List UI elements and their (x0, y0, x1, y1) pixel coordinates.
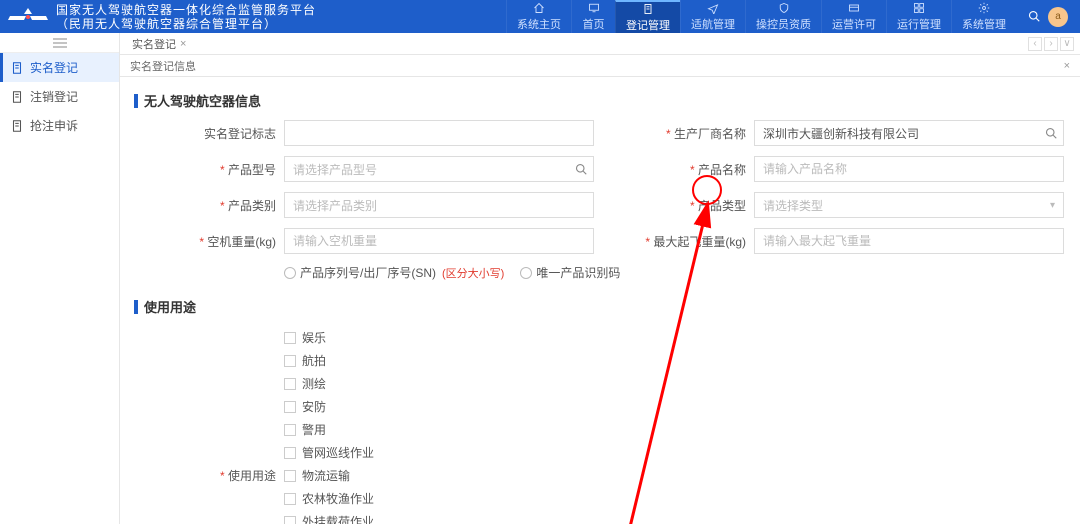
sidebar-item-0[interactable]: 实名登记 (0, 53, 119, 82)
usage-item-2[interactable]: 测绘 (284, 372, 1066, 395)
plane-icon (707, 2, 719, 14)
monitor-icon (588, 2, 600, 14)
label-product-type: 产品类型 (634, 197, 754, 214)
tabs-row: 实名登记 × ‹ › ∨ (120, 33, 1080, 55)
nav-item-1[interactable]: 首页 (571, 0, 615, 33)
checkbox[interactable] (284, 424, 296, 436)
checkbox[interactable] (284, 470, 296, 482)
doc-icon (10, 119, 24, 133)
doc-icon (10, 61, 24, 75)
nav-item-5[interactable]: 运营许可 (821, 0, 886, 33)
usage-item-6[interactable]: 物流运输 (284, 464, 1066, 487)
checkbox[interactable] (284, 332, 296, 344)
usage-item-8[interactable]: 外挂载荷作业 (284, 510, 1066, 524)
select-product-type[interactable]: 请选择类型 ▾ (754, 192, 1064, 218)
tab-menu-button[interactable]: ∨ (1060, 37, 1074, 51)
label-reg-mark: 实名登记标志 (164, 125, 284, 142)
checkbox[interactable] (284, 401, 296, 413)
grid-icon (913, 2, 925, 14)
input-product-name[interactable] (754, 156, 1064, 182)
radio-unique-id[interactable]: 唯一产品识别码 (520, 264, 620, 281)
checkbox[interactable] (284, 493, 296, 505)
nav-item-7[interactable]: 系统管理 (951, 0, 1016, 33)
tab-label: 实名登记 (132, 36, 176, 52)
doc-icon (10, 90, 24, 104)
home-icon (533, 2, 545, 14)
app-header: 国家无人驾驶航空器一体化综合监管服务平台 （民用无人驾驶航空器综合管理平台） 系… (0, 0, 1080, 33)
usage-list: 娱乐航拍测绘安防警用管网巡线作业物流运输农林牧渔作业外挂载荷作业降水融雪作业应急… (284, 326, 1066, 524)
checkbox[interactable] (284, 516, 296, 524)
close-icon[interactable]: × (180, 38, 186, 50)
card-icon (848, 2, 860, 14)
sn-note: (区分大小写) (442, 265, 504, 281)
usage-item-5[interactable]: 管网巡线作业 (284, 441, 1066, 464)
form-content: 无人驾驶航空器信息 实名登记标志 生产厂商名称 深圳市大疆创新科技有限公司 (120, 77, 1080, 524)
sidebar-item-2[interactable]: 抢注申诉 (0, 111, 119, 140)
sidebar: 实名登记注销登记抢注申诉 (0, 33, 120, 524)
nav-item-4[interactable]: 操控员资质 (745, 0, 821, 33)
label-product-model: 产品型号 (164, 161, 284, 178)
radio-sn[interactable]: 产品序列号/出厂序号(SN) (区分大小写) (284, 264, 506, 281)
label-product-name: 产品名称 (634, 161, 754, 178)
usage-form: 使用用途 娱乐航拍测绘安防警用管网巡线作业物流运输农林牧渔作业外挂载荷作业降水融… (164, 326, 1066, 524)
tab-prev-button[interactable]: ‹ (1028, 37, 1042, 51)
label-product-category: 产品类别 (164, 197, 284, 214)
device-form: 实名登记标志 生产厂商名称 深圳市大疆创新科技有限公司 产品型号 请选择产 (164, 120, 1066, 281)
gear-icon (978, 2, 990, 14)
sidebar-toggle[interactable] (0, 33, 119, 53)
checkbox[interactable] (284, 447, 296, 459)
tab-next-button[interactable]: › (1044, 37, 1058, 51)
section-title-device: 无人驾驶航空器信息 (134, 91, 1066, 110)
search-icon[interactable] (1028, 10, 1040, 22)
nav-item-3[interactable]: 适航管理 (680, 0, 745, 33)
input-empty-weight[interactable] (284, 228, 594, 254)
avatar-initial: a (1055, 11, 1061, 22)
app-title-line2: （民用无人驾驶航空器综合管理平台） (56, 17, 316, 31)
tab-realname[interactable]: 实名登记 × (126, 33, 192, 54)
main-area: 实名登记 × ‹ › ∨ 实名登记信息 × 无人驾驶航空器 (120, 33, 1080, 524)
logo-icon (8, 6, 48, 28)
avatar[interactable]: a (1048, 7, 1068, 27)
app-title-line1: 国家无人驾驶航空器一体化综合监管服务平台 (56, 3, 316, 17)
usage-item-7[interactable]: 农林牧渔作业 (284, 487, 1066, 510)
product-model-search-button[interactable] (568, 156, 594, 182)
input-max-takeoff[interactable] (754, 228, 1064, 254)
label-usage: 使用用途 (164, 467, 284, 484)
sub-tabs-row: 实名登记信息 × (120, 55, 1080, 77)
checkbox[interactable] (284, 378, 296, 390)
app-title: 国家无人驾驶航空器一体化综合监管服务平台 （民用无人驾驶航空器综合管理平台） (56, 3, 316, 31)
header-right: a (1016, 7, 1080, 27)
tabs-nav-controls: ‹ › ∨ (1028, 37, 1074, 51)
chevron-down-icon: ▾ (1050, 200, 1055, 211)
doc-icon (642, 3, 654, 15)
label-manufacturer: 生产厂商名称 (634, 125, 754, 142)
nav-item-6[interactable]: 运行管理 (886, 0, 951, 33)
usage-item-4[interactable]: 警用 (284, 418, 1066, 441)
usage-item-1[interactable]: 航拍 (284, 349, 1066, 372)
shield-icon (778, 2, 790, 14)
sn-radio-row: 产品序列号/出厂序号(SN) (区分大小写) 唯一产品识别码 (284, 264, 1064, 281)
nav-item-0[interactable]: 系统主页 (506, 0, 571, 33)
input-manufacturer[interactable]: 深圳市大疆创新科技有限公司 (754, 120, 1038, 146)
usage-item-0[interactable]: 娱乐 (284, 326, 1066, 349)
nav-item-2[interactable]: 登记管理 (615, 0, 680, 33)
section-title-usage: 使用用途 (134, 297, 1066, 316)
label-empty-weight: 空机重量(kg) (164, 233, 284, 250)
select-product-model[interactable]: 请选择产品型号 (284, 156, 568, 182)
subbar-title: 实名登记信息 (130, 58, 196, 74)
select-product-category[interactable]: 请选择产品类别 (284, 192, 594, 218)
sidebar-item-1[interactable]: 注销登记 (0, 82, 119, 111)
close-icon[interactable]: × (1064, 60, 1070, 72)
checkbox[interactable] (284, 355, 296, 367)
manufacturer-search-button[interactable] (1038, 120, 1064, 146)
input-reg-mark[interactable] (284, 120, 594, 146)
usage-item-3[interactable]: 安防 (284, 395, 1066, 418)
label-max-takeoff: 最大起飞重量(kg) (634, 233, 754, 250)
top-nav: 系统主页首页登记管理适航管理操控员资质运营许可运行管理系统管理 (506, 0, 1016, 33)
